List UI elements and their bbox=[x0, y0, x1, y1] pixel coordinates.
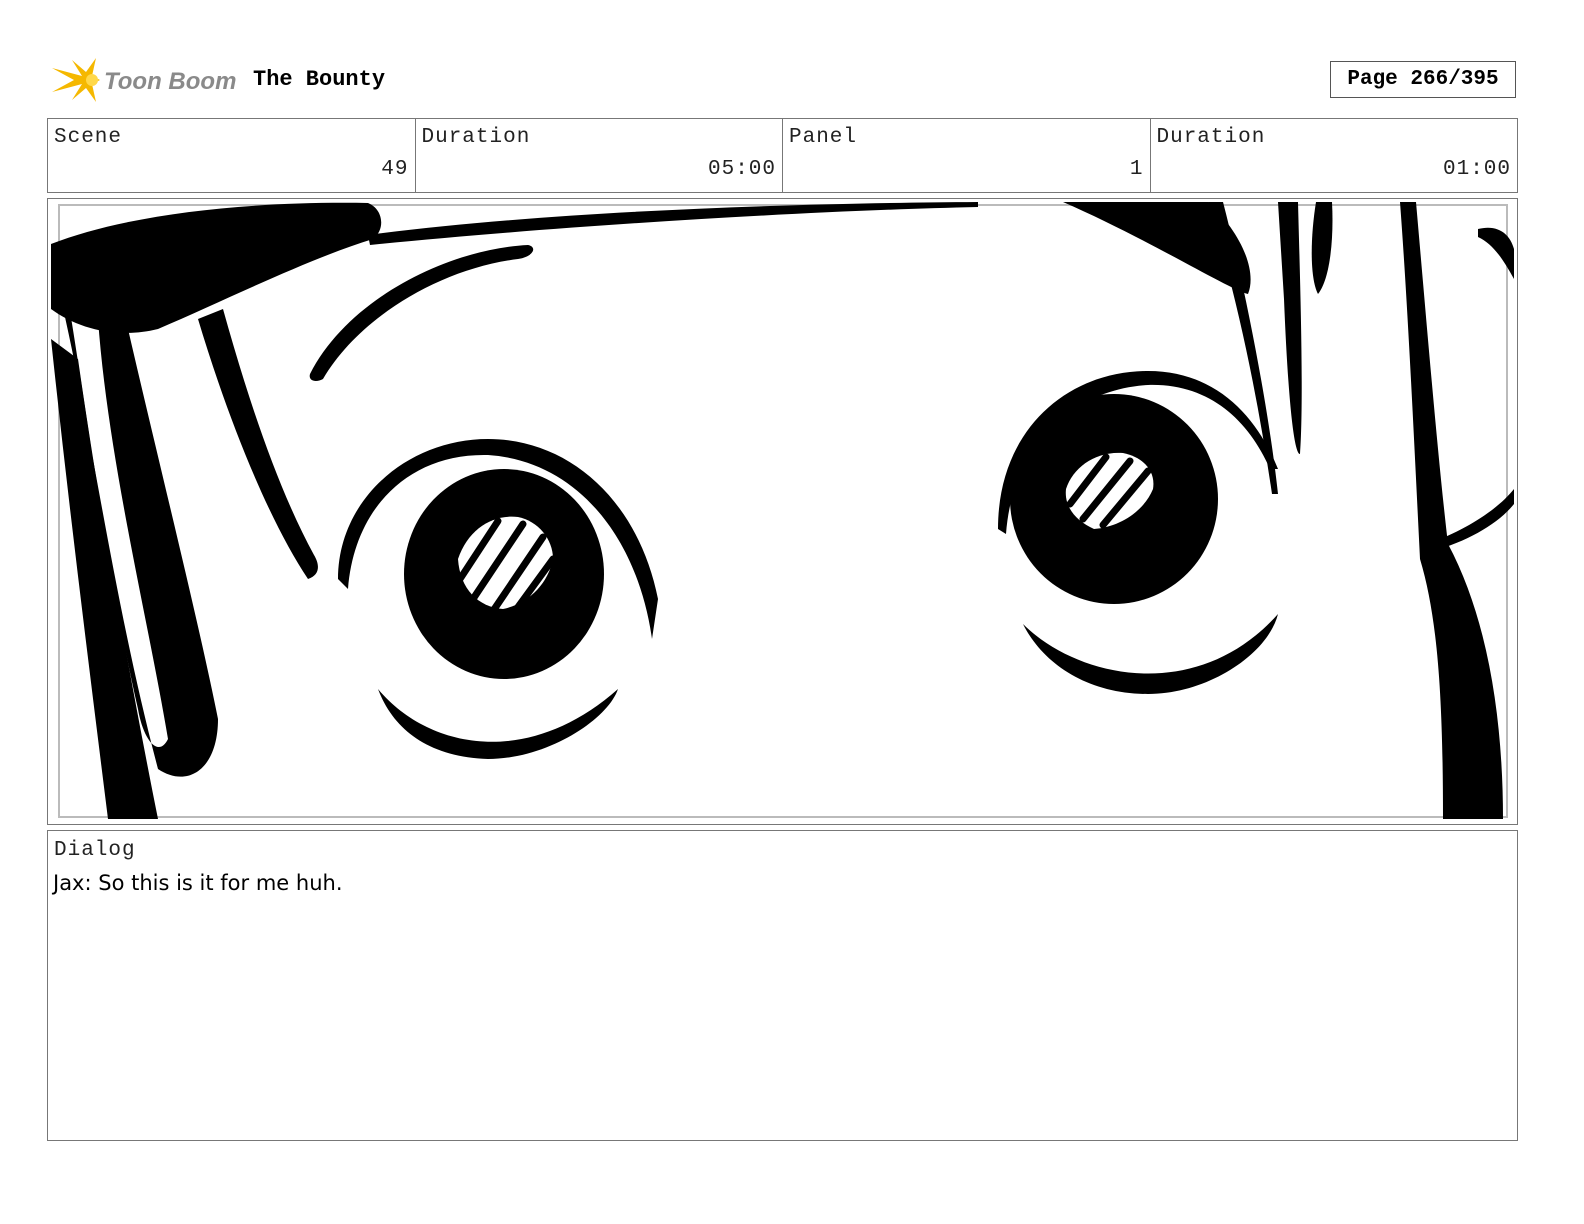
scene-cell: Scene 49 bbox=[48, 119, 415, 192]
dialog-label: Dialog bbox=[54, 839, 136, 862]
hair-strand-mid bbox=[198, 309, 318, 579]
panel-duration-cell: Duration 01:00 bbox=[1149, 119, 1518, 192]
hair-strand-right-1 bbox=[1278, 202, 1302, 454]
info-row: Scene 49 Duration 05:00 Panel 1 Duration… bbox=[47, 118, 1518, 193]
brow-line bbox=[368, 202, 978, 245]
toon-boom-logo: Toon Boom bbox=[52, 56, 242, 106]
scene-duration-value: 05:00 bbox=[707, 158, 776, 181]
panel-duration-value: 01:00 bbox=[1442, 158, 1511, 181]
dialog-box: Dialog Jax: So this is it for me huh. bbox=[47, 830, 1518, 1141]
scene-label: Scene bbox=[54, 126, 123, 149]
panel-label: Panel bbox=[789, 126, 858, 149]
scene-value: 49 bbox=[381, 158, 409, 181]
hair-strand-right-3 bbox=[1311, 202, 1333, 294]
storyboard-panel bbox=[47, 198, 1518, 825]
page-indicator: Page 266/395 bbox=[1330, 61, 1516, 98]
eyebrow-left bbox=[309, 245, 534, 382]
scene-duration-label: Duration bbox=[421, 126, 531, 149]
hair-tip-right bbox=[1478, 227, 1514, 279]
starburst-icon bbox=[52, 58, 100, 102]
eye-right-lower-lid bbox=[1023, 614, 1278, 694]
dialog-text: Jax: So this is it for me huh. bbox=[53, 871, 343, 895]
scene-duration-cell: Duration 05:00 bbox=[414, 119, 783, 192]
eye-left-lower-lid bbox=[378, 689, 618, 759]
project-title: The Bounty bbox=[253, 67, 386, 92]
panel-duration-label: Duration bbox=[1156, 126, 1266, 149]
logo-text: Toon Boom bbox=[104, 68, 236, 95]
panel-sketch bbox=[51, 202, 1514, 819]
hair-far-right bbox=[1400, 202, 1503, 819]
sketch-strokes bbox=[51, 202, 1514, 819]
panel-cell: Panel 1 bbox=[782, 119, 1150, 192]
panel-value: 1 bbox=[1129, 158, 1144, 181]
